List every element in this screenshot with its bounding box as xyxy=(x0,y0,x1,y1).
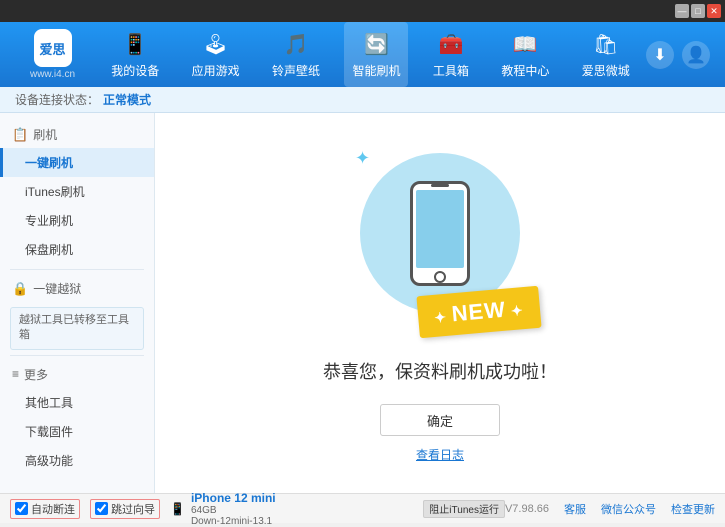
sidebar-item-advanced[interactable]: 高级功能 xyxy=(0,446,154,475)
sidebar: 📋 刷机 一键刷机 iTunes刷机 专业刷机 保盘刷机 🔒 一键越狱 越狱工具… xyxy=(0,113,155,493)
main: 📋 刷机 一键刷机 iTunes刷机 专业刷机 保盘刷机 🔒 一键越狱 越狱工具… xyxy=(0,113,725,493)
device-storage: 64GB xyxy=(191,505,276,516)
header: 爱思 www.i4.cn 📱 我的设备 🕹 应用游戏 🎵 铃声壁纸 🔄 智能刷机… xyxy=(0,22,725,87)
nav-my-device-label: 我的设备 xyxy=(111,62,159,79)
skip-wizard-checkbox[interactable]: 跳过向导 xyxy=(90,499,160,519)
flash-section-icon: 📋 xyxy=(12,127,28,143)
statusbar-label: 设备连接状态： xyxy=(15,91,99,108)
nav-smart-flash[interactable]: 🔄 智能刷机 xyxy=(344,22,408,87)
sidebar-item-pro-flash[interactable]: 专业刷机 xyxy=(0,206,154,235)
titlebar: — □ ✕ xyxy=(0,0,725,22)
content-area: ✦ ✦ NEW 恭喜您，保资料刷机成功啦！ 确定 查看日志 xyxy=(155,113,725,493)
phone-screen xyxy=(416,190,464,268)
device-version: Down-12mini-13.1 xyxy=(191,516,276,527)
phone-home-button xyxy=(434,271,446,283)
user-button[interactable]: 👤 xyxy=(682,41,710,69)
my-device-icon: 📱 xyxy=(121,31,149,59)
logo-icon-text: 爱思 xyxy=(39,39,65,58)
sidebar-note: 越狱工具已转移至工具箱 xyxy=(10,307,144,350)
view-log-link[interactable]: 查看日志 xyxy=(416,446,464,463)
nav-smart-flash-label: 智能刷机 xyxy=(352,62,400,79)
lock-section-title: 一键越狱 xyxy=(33,280,81,297)
service-link[interactable]: 客服 xyxy=(564,501,586,517)
illustration: ✦ ✦ NEW xyxy=(350,143,530,343)
download-button[interactable]: ⬇ xyxy=(646,41,674,69)
auto-disconnect-label: 自动断连 xyxy=(31,501,75,517)
auto-disconnect-checkbox[interactable]: 自动断连 xyxy=(10,499,80,519)
toolbox-icon: 🧰 xyxy=(437,31,465,59)
nav-right: ⬇ 👤 xyxy=(646,41,715,69)
wechat-link[interactable]: 微信公众号 xyxy=(601,501,656,517)
more-section-title: 更多 xyxy=(24,366,48,383)
update-link[interactable]: 检查更新 xyxy=(671,501,715,517)
nav-app-game-label: 应用游戏 xyxy=(192,62,240,79)
nav-ringtone-label: 铃声壁纸 xyxy=(272,62,320,79)
maximize-button[interactable]: □ xyxy=(691,4,705,18)
nav-tutorial-label: 教程中心 xyxy=(501,62,549,79)
itunes-status: 阻止iTunes运行 xyxy=(423,500,505,518)
phone-body xyxy=(410,181,470,286)
sidebar-more-section: ≡ 更多 xyxy=(0,361,154,388)
device-info: iPhone 12 mini 64GB Down-12mini-13.1 xyxy=(191,491,276,527)
nav-weidian-label: 爱思微城 xyxy=(582,62,630,79)
flash-section-title: 刷机 xyxy=(33,126,57,143)
sidebar-divider-2 xyxy=(10,355,144,356)
success-text: 恭喜您，保资料刷机成功啦！ xyxy=(323,358,557,384)
nav-my-device[interactable]: 📱 我的设备 xyxy=(103,22,167,87)
minimize-button[interactable]: — xyxy=(675,4,689,18)
lock-icon: 🔒 xyxy=(12,281,28,297)
close-button[interactable]: ✕ xyxy=(707,4,721,18)
bottom-left: 自动断连 跳过向导 xyxy=(10,499,165,519)
nav-app-game[interactable]: 🕹 应用游戏 xyxy=(184,22,248,87)
logo[interactable]: 爱思 www.i4.cn xyxy=(10,29,95,80)
nav-weidian[interactable]: 🛍 爱思微城 xyxy=(574,22,638,87)
sidebar-item-download-firmware[interactable]: 下载固件 xyxy=(0,417,154,446)
nav-toolbox[interactable]: 🧰 工具箱 xyxy=(425,22,477,87)
more-icon: ≡ xyxy=(12,367,19,381)
logo-url: www.i4.cn xyxy=(30,69,75,80)
logo-icon: 爱思 xyxy=(34,29,72,67)
nav-toolbox-label: 工具箱 xyxy=(433,62,469,79)
tutorial-icon: 📖 xyxy=(511,31,539,59)
sidebar-divider-1 xyxy=(10,269,144,270)
sidebar-item-one-key-flash[interactable]: 一键刷机 xyxy=(0,148,154,177)
app-game-icon: 🕹 xyxy=(202,31,230,59)
version-text: V7.98.66 xyxy=(505,503,549,515)
sidebar-item-itunes-flash[interactable]: iTunes刷机 xyxy=(0,177,154,206)
phone-speaker xyxy=(431,184,449,187)
bottombar: 自动断连 跳过向导 📱 iPhone 12 mini 64GB Down-12m… xyxy=(0,493,725,523)
sparkle-top-left: ✦ xyxy=(355,148,370,169)
bottom-device: 📱 iPhone 12 mini 64GB Down-12mini-13.1 xyxy=(165,491,423,527)
sidebar-item-save-data-flash[interactable]: 保盘刷机 xyxy=(0,235,154,264)
device-icon: 📱 xyxy=(170,502,185,516)
statusbar-value: 正常模式 xyxy=(103,91,151,108)
sidebar-lock-section: 🔒 一键越狱 xyxy=(0,275,154,302)
nav-tutorial[interactable]: 📖 教程中心 xyxy=(493,22,557,87)
statusbar: 设备连接状态： 正常模式 xyxy=(0,87,725,113)
weidian-icon: 🛍 xyxy=(592,31,620,59)
auto-disconnect-input[interactable] xyxy=(15,502,28,515)
nav-ringtone[interactable]: 🎵 铃声壁纸 xyxy=(264,22,328,87)
stop-itunes-button[interactable]: 阻止iTunes运行 xyxy=(423,500,505,518)
sidebar-item-other-tools[interactable]: 其他工具 xyxy=(0,388,154,417)
skip-wizard-input[interactable] xyxy=(95,502,108,515)
nav-items: 📱 我的设备 🕹 应用游戏 🎵 铃声壁纸 🔄 智能刷机 🧰 工具箱 📖 教程中心… xyxy=(95,22,646,87)
confirm-button[interactable]: 确定 xyxy=(380,404,500,436)
ringtone-icon: 🎵 xyxy=(282,31,310,59)
bottom-right: V7.98.66 客服 微信公众号 检查更新 xyxy=(505,501,715,517)
skip-wizard-label: 跳过向导 xyxy=(111,501,155,517)
smart-flash-icon: 🔄 xyxy=(362,31,390,59)
new-badge: NEW xyxy=(417,286,542,338)
sidebar-flash-section: 📋 刷机 xyxy=(0,121,154,148)
